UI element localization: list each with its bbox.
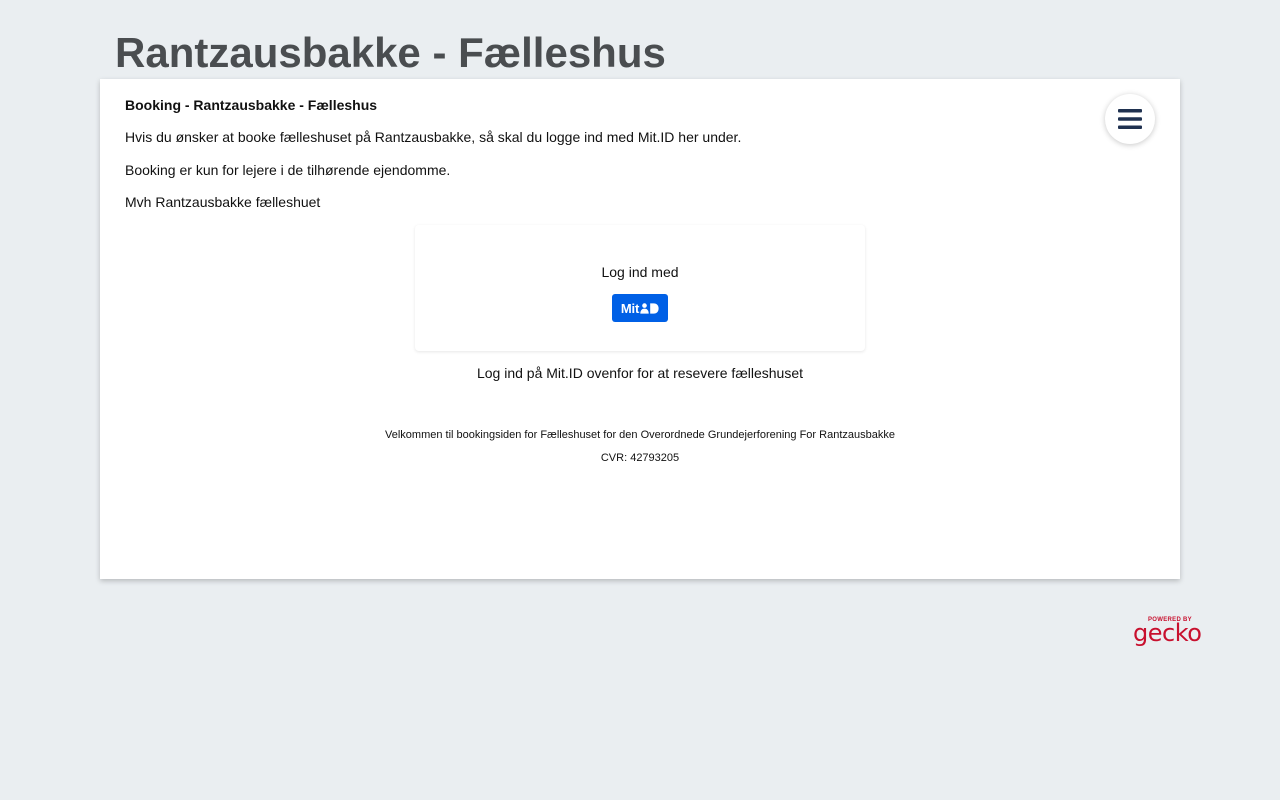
intro-paragraph: Booking er kun for lejere i de tilhørend… bbox=[125, 161, 451, 178]
powered-by-gecko-logo[interactable]: POWERED BY gecko bbox=[1133, 617, 1202, 645]
mitid-button-text: Mit bbox=[620, 300, 640, 316]
mitid-login-button[interactable]: Mit bbox=[612, 294, 668, 322]
booking-heading: Booking - Rantzausbakke - Fælleshus bbox=[125, 97, 378, 113]
login-note: Log ind på Mit.ID ovenfor for at resever… bbox=[476, 365, 804, 381]
booking-card: Booking - Rantzausbakke - Fælleshus Hvis… bbox=[100, 79, 1180, 579]
mitid-logo-icon bbox=[640, 302, 659, 314]
footer-cvr-text: CVR: 42793205 bbox=[600, 452, 680, 464]
page-title: Rantzausbakke - Fælleshus bbox=[115, 29, 666, 76]
login-box: Log ind med Mit bbox=[415, 225, 865, 351]
footer-welcome-text: Velkommen til bookingsiden for Fælleshus… bbox=[385, 429, 895, 441]
gecko-brand-text: gecko bbox=[1133, 619, 1202, 647]
hamburger-menu-icon bbox=[1118, 109, 1142, 129]
login-label: Log ind med bbox=[601, 264, 679, 280]
menu-button[interactable] bbox=[1105, 94, 1155, 144]
intro-paragraph: Hvis du ønsker at booke fælleshuset på R… bbox=[125, 129, 742, 145]
intro-section: Booking - Rantzausbakke - Fælleshus Hvis… bbox=[125, 97, 1025, 227]
intro-paragraph: Mvh Rantzausbakke fælleshuet bbox=[125, 194, 321, 210]
